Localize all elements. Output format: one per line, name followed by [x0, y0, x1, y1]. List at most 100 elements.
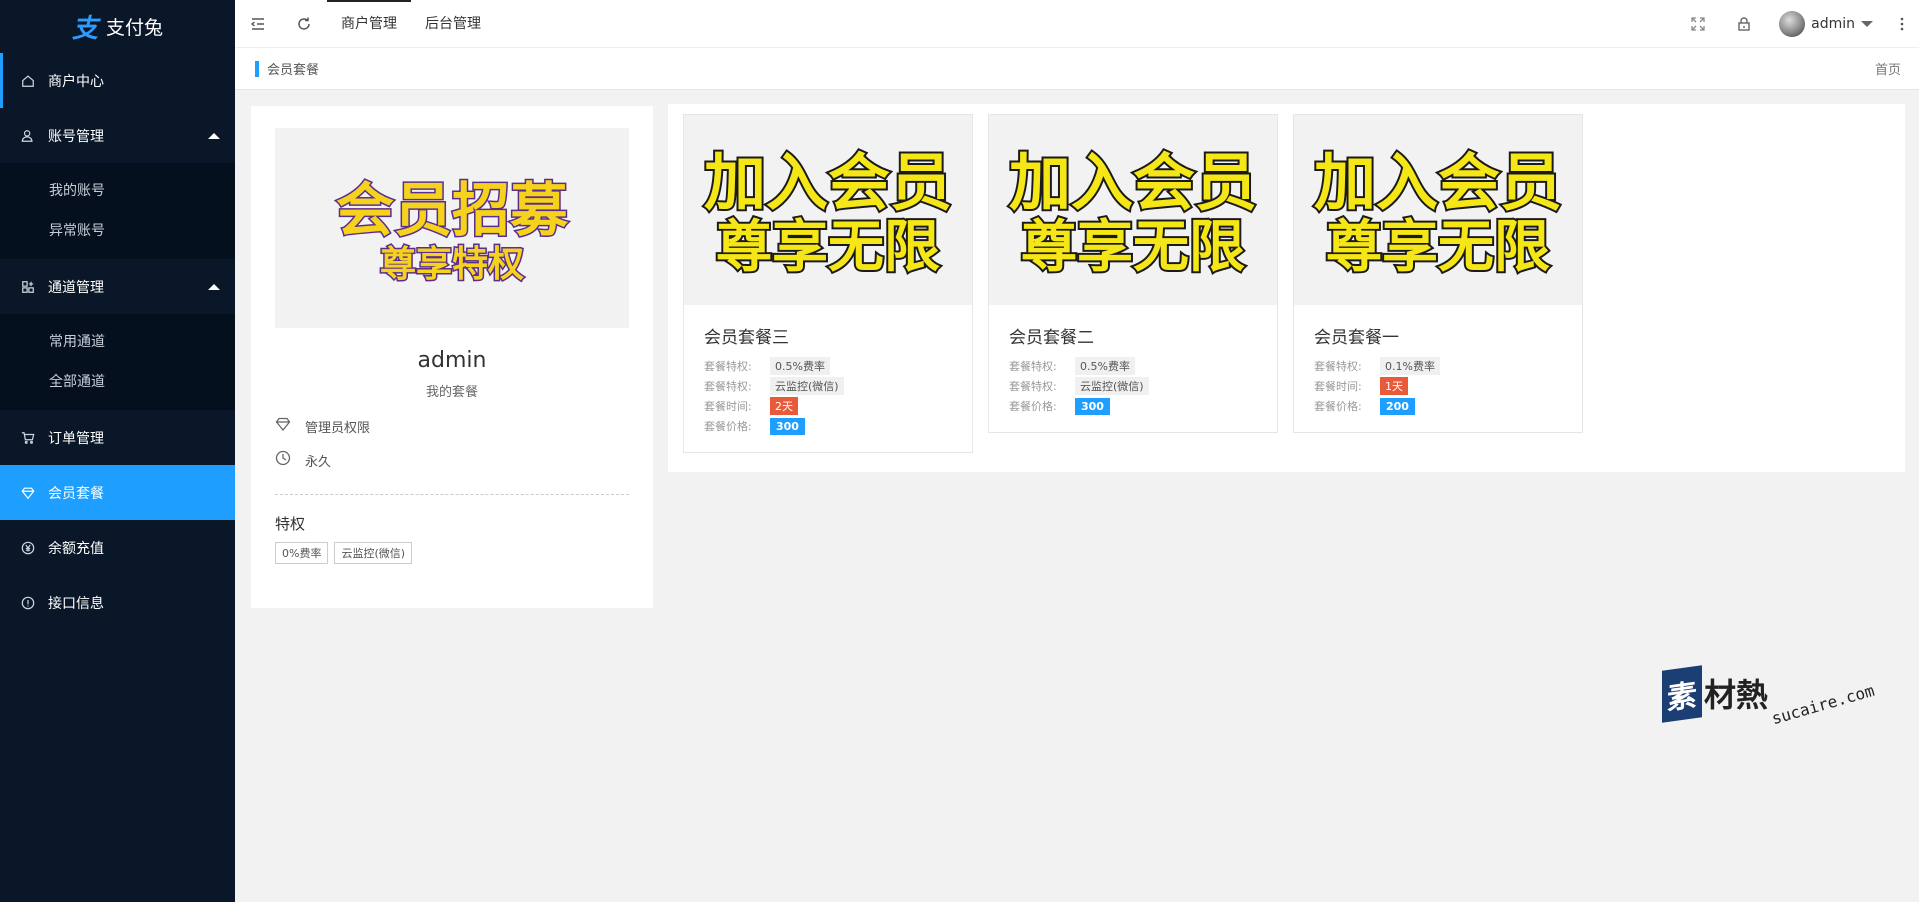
package-image-text-bottom: 尊享无限 — [1021, 215, 1245, 280]
username: admin — [1811, 15, 1855, 32]
logo-mark: 支 — [71, 14, 98, 44]
package-card[interactable]: 加入会员 尊享无限 会员套餐三 套餐特权: 0.5%费率 套餐特权: 云监控(微信)… — [683, 114, 973, 453]
package-image: 加入会员 尊享无限 — [989, 115, 1277, 305]
line-label: 套餐特权: — [704, 380, 752, 393]
sidebar-item-label: 订单管理 — [48, 430, 104, 447]
duration-text: 永久 — [305, 454, 332, 470]
diamond-icon — [20, 485, 36, 501]
fullscreen-icon[interactable] — [1675, 0, 1721, 48]
line-label: 套餐价格: — [1009, 400, 1057, 413]
breadcrumb-marker — [255, 60, 259, 77]
line-value: 0.5%费率 — [770, 357, 830, 375]
price-badge: 200 — [1380, 397, 1415, 415]
sidebar-item-membership[interactable]: 会员套餐 — [0, 465, 235, 520]
sidebar-item-channel-management[interactable]: 通道管理 — [0, 259, 235, 314]
package-image-text-top: 加入会员 — [704, 146, 952, 219]
package-line: 套餐时间: 1天 — [1314, 376, 1562, 396]
line-value: 云监控(微信) — [1075, 377, 1149, 395]
membership-banner-image: 会员招募 尊享特权 — [275, 128, 629, 328]
profile-name: admin — [417, 348, 487, 373]
sidebar-subitem-all-channels[interactable]: 全部通道 — [0, 362, 235, 402]
watermark-url: sucaire.com — [1769, 680, 1877, 729]
apps-icon — [20, 279, 36, 295]
privilege-tag: 云监控(微信) — [334, 542, 413, 564]
user-menu[interactable]: admin — [1767, 0, 1885, 48]
line-label: 套餐特权: — [1009, 380, 1057, 393]
package-card[interactable]: 加入会员 尊享无限 会员套餐二 套餐特权: 0.5%费率 套餐特权: 云监控(微信)… — [988, 114, 1278, 433]
sidebar-subitem-abnormal-account[interactable]: 异常账号 — [0, 211, 235, 251]
user-icon — [20, 128, 36, 144]
logo[interactable]: 支 支付兔 — [0, 0, 235, 53]
more-vertical-icon[interactable] — [1885, 0, 1919, 48]
sidebar-item-label: 会员套餐 — [48, 485, 104, 502]
line-label: 套餐价格: — [1314, 400, 1362, 413]
home-icon — [20, 73, 36, 89]
sidebar-item-label: 通道管理 — [48, 279, 104, 296]
sidebar-subitem-my-account[interactable]: 我的账号 — [0, 171, 235, 211]
lock-icon[interactable] — [1721, 0, 1767, 48]
package-line: 套餐特权: 0.5%费率 — [704, 356, 952, 376]
chevron-up-icon — [208, 132, 220, 139]
package-card[interactable]: 加入会员 尊享无限 会员套餐一 套餐特权: 0.1%费率 套餐时间: 1天 套餐价格… — [1293, 114, 1583, 433]
sidebar-subitem-common-channel[interactable]: 常用通道 — [0, 322, 235, 362]
info-icon — [20, 595, 36, 611]
line-label: 套餐价格: — [704, 420, 752, 433]
watermark: 素 材熱 sucaire.com — [1662, 665, 1877, 728]
divider — [275, 494, 629, 495]
packages-panel: 加入会员 尊享无限 会员套餐三 套餐特权: 0.5%费率 套餐特权: 云监控(微信)… — [668, 104, 1905, 472]
sidebar-item-merchant-center[interactable]: 商户中心 — [0, 53, 235, 108]
permission-row: 管理员权限 — [275, 416, 629, 436]
package-title: 会员套餐二 — [1009, 328, 1094, 348]
top-header: 商户管理 后台管理 admin — [235, 0, 1919, 48]
logo-text: 支付兔 — [106, 17, 164, 39]
price-badge: 300 — [770, 417, 805, 435]
package-body: 会员套餐一 套餐特权: 0.1%费率 套餐时间: 1天 套餐价格: 200 — [1294, 305, 1582, 432]
permission-text: 管理员权限 — [305, 420, 371, 436]
package-image-text-top: 加入会员 — [1314, 146, 1562, 219]
line-label: 套餐时间: — [1314, 380, 1362, 393]
duration-row: 永久 — [275, 450, 629, 470]
line-value: 0.5%费率 — [1075, 357, 1135, 375]
line-label: 套餐特权: — [1314, 360, 1362, 373]
sidebar-item-label: 接口信息 — [48, 595, 104, 612]
yen-icon — [20, 540, 36, 556]
sidebar-item-label: 余额充值 — [48, 540, 104, 557]
sidebar-item-order-management[interactable]: 订单管理 — [0, 410, 235, 465]
line-value: 2天 — [770, 397, 798, 415]
nav-backend-management[interactable]: 后台管理 — [411, 0, 495, 48]
sidebar-item-label: 账号管理 — [48, 128, 104, 145]
package-title: 会员套餐三 — [704, 328, 789, 348]
sidebar-item-account-management[interactable]: 账号管理 — [0, 108, 235, 163]
package-line: 套餐特权: 0.5%费率 — [1009, 356, 1257, 376]
breadcrumb: 会员套餐 首页 — [235, 48, 1919, 90]
line-label: 套餐时间: — [704, 400, 752, 413]
chevron-down-icon — [1861, 20, 1873, 27]
profile-subtitle: 我的套餐 — [425, 385, 478, 400]
price-badge: 300 — [1075, 397, 1110, 415]
privilege-tags: 0%费率 云监控(微信) — [275, 542, 629, 564]
refresh-icon[interactable] — [281, 0, 327, 48]
package-body: 会员套餐二 套餐特权: 0.5%费率 套餐特权: 云监控(微信) 套餐价格: 300 — [989, 305, 1277, 432]
submenu-channel: 常用通道 全部通道 — [0, 314, 235, 410]
sidebar-item-api-info[interactable]: 接口信息 — [0, 575, 235, 630]
profile-card: 会员招募 尊享特权 admin 我的套餐 管理员权限 永久 特权 0%费率 云监… — [251, 106, 653, 608]
banner-text-top: 会员招募 — [336, 176, 569, 244]
package-line: 套餐价格: 200 — [1314, 396, 1562, 416]
cart-icon — [20, 430, 36, 446]
home-link[interactable]: 首页 — [1875, 59, 1901, 78]
package-image: 加入会员 尊享无限 — [684, 115, 972, 305]
sidebar: 支 支付兔 商户中心 账号管理 我的账号 异常账号 通道管理 常用通道 全部通道… — [0, 0, 235, 902]
package-line: 套餐特权: 0.1%费率 — [1314, 356, 1562, 376]
package-line: 套餐时间: 2天 — [704, 396, 952, 416]
diamond-icon — [275, 416, 291, 436]
package-image: 加入会员 尊享无限 — [1294, 115, 1582, 305]
package-line: 套餐特权: 云监控(微信) — [1009, 376, 1257, 396]
line-value: 0.1%费率 — [1380, 357, 1440, 375]
package-body: 会员套餐三 套餐特权: 0.5%费率 套餐特权: 云监控(微信) 套餐时间: 2天 套… — [684, 305, 972, 452]
menu-toggle-icon[interactable] — [235, 0, 281, 48]
nav-merchant-management[interactable]: 商户管理 — [327, 0, 411, 48]
watermark-cn: 材熱 — [1704, 676, 1769, 714]
submenu-account: 我的账号 异常账号 — [0, 163, 235, 259]
sidebar-item-balance-recharge[interactable]: 余额充值 — [0, 520, 235, 575]
line-value: 云监控(微信) — [770, 377, 844, 395]
